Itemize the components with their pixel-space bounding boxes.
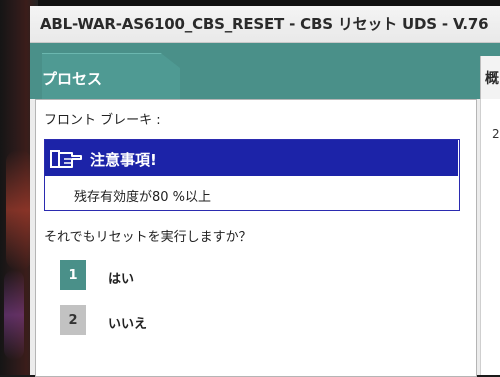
title-bar: ABL-WAR-AS6100_CBS_RESET - CBS リセット UDS … xyxy=(30,6,500,43)
section-label: フロント ブレーキ : xyxy=(44,113,161,128)
no-option-button[interactable]: 2 xyxy=(60,305,86,335)
yes-option-button[interactable]: 1 xyxy=(60,260,86,290)
tab-process-label: プロセス xyxy=(42,70,103,88)
window-title: ABL-WAR-AS6100_CBS_RESET - CBS リセット UDS … xyxy=(40,15,489,33)
no-option-label[interactable]: いいえ xyxy=(108,313,147,332)
tab-overview-label: 概 xyxy=(485,71,499,87)
warning-title: 注意事項! xyxy=(90,151,157,169)
reflection-glare xyxy=(6,150,32,270)
yes-option-label[interactable]: はい xyxy=(108,268,134,287)
app-screen: ABL-WAR-AS6100_CBS_RESET - CBS リセット UDS … xyxy=(30,6,500,377)
confirmation-question: それでもリセットを実行しますか？ xyxy=(44,230,252,245)
warning-message: 残存有効度が80 %以上 xyxy=(74,190,212,205)
reflection-glare xyxy=(4,270,24,360)
pointing-hand-icon xyxy=(50,150,82,168)
side-panel-number: 2 xyxy=(492,127,500,141)
